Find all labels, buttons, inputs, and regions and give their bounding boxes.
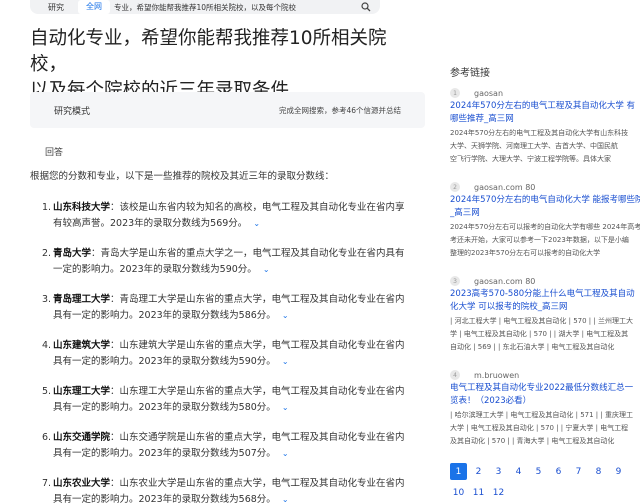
ref-snippet: 自动化 | 569 | | 东北石油大学 | 电气工程及其自动化 bbox=[450, 343, 615, 351]
ref-item[interactable]: 3 gaosan.com 80 2023高考570-580分能上什么电气工程及其自… bbox=[450, 276, 640, 353]
page-button[interactable]: 9 bbox=[610, 463, 627, 480]
school-name: 山东交通学院 bbox=[53, 432, 111, 443]
list-item: 4. 山东建筑大学：山东建筑大学是山东省的重点大学，电气工程及其自动化专业在省内… bbox=[42, 338, 432, 370]
refs-title: 参考链接 bbox=[450, 68, 490, 79]
search-icon[interactable] bbox=[352, 2, 380, 12]
ref-snippet: | 哈尔滨理工大学 | 电气工程及其自动化 | 571 | | 重庆理工 bbox=[450, 411, 633, 419]
ref-snippet: 及其自动化 | 570 | | 青海大学 | 电气工程及其自动化 bbox=[450, 437, 615, 445]
list-item: 2. 青岛大学：青岛大学是山东省的重点大学之一，电气工程及其自动化专业在省内具有… bbox=[42, 246, 432, 278]
chevron-down-icon[interactable]: ⌄ bbox=[282, 492, 289, 503]
ref-source[interactable]: gaosan.com 80 bbox=[474, 183, 535, 192]
ref-title[interactable]: _高三网 bbox=[450, 207, 640, 220]
chevron-down-icon[interactable]: ⌄ bbox=[282, 308, 289, 324]
page-button[interactable]: 3 bbox=[490, 463, 507, 480]
tab-web[interactable]: 全网 bbox=[78, 0, 110, 14]
ref-snippet: 整理的2023年570分左右可以报考的自动化大学 bbox=[450, 249, 601, 257]
school-name: 山东农业大学 bbox=[53, 478, 111, 489]
ref-source[interactable]: gaosan.com 80 bbox=[474, 277, 535, 286]
research-mode-panel[interactable]: 研究模式 完成全网搜索，参考46个信源并总结 bbox=[30, 92, 425, 128]
search-bar[interactable]: 研究 全网 专业，希望你能帮我推荐10所相关院校，以及每个院校 bbox=[30, 0, 380, 14]
list-item: 3. 青岛理工大学：青岛理工大学是山东省的重点大学，电气工程及其自动化专业在省内… bbox=[42, 292, 432, 324]
ref-title[interactable]: 2024年570分左右的电气自动化大学 能报考哪些院校 bbox=[450, 194, 640, 207]
question-line-1: 自动化专业，希望你能帮我推荐10所相关院校， bbox=[30, 28, 387, 75]
answer-label: 回答 bbox=[45, 148, 64, 158]
ref-title[interactable]: 2023高考570-580分能上什么电气工程及其自动 bbox=[450, 288, 640, 301]
ref-number: 4 bbox=[450, 370, 460, 380]
ref-source[interactable]: m.bruowen bbox=[474, 371, 519, 380]
ref-snippet: | 河北工程大学 | 电气工程及其自动化 | 570 | | 兰州理工大 bbox=[450, 317, 633, 325]
chevron-down-icon[interactable]: ⌄ bbox=[282, 446, 289, 462]
chevron-down-icon[interactable]: ⌄ bbox=[282, 354, 289, 370]
school-name: 山东科技大学 bbox=[53, 202, 111, 213]
list-item: 7. 山东农业大学：山东农业大学是山东省的重点大学，电气工程及其自动化专业在省内… bbox=[42, 476, 432, 503]
ref-snippet: 2024年570分左右的电气工程及其自动化大学有山东科技 bbox=[450, 129, 629, 137]
page-button[interactable]: 8 bbox=[590, 463, 607, 480]
answer-intro: 根据您的分数和专业，以下是一些推荐的院校及其近三年的录取分数线： bbox=[30, 171, 335, 182]
page-button[interactable]: 1 bbox=[450, 463, 467, 480]
ref-snippet: 大学 | 电气工程及其自动化 | 570 | | 宁夏大学 | 电气工程 bbox=[450, 424, 629, 432]
page-button[interactable]: 5 bbox=[530, 463, 547, 480]
page-button[interactable]: 7 bbox=[570, 463, 587, 480]
ref-item[interactable]: 4 m.bruowen 电气工程及其自动化专业2022最低分数线汇总一 览表！（2… bbox=[450, 370, 640, 447]
pagination: 1 2 3 4 5 6 7 8 9 10 11 12 bbox=[450, 463, 640, 503]
ref-title[interactable]: 2024年570分左右的电气工程及其自动化大学 有 bbox=[450, 100, 640, 113]
page-button[interactable]: 4 bbox=[510, 463, 527, 480]
ref-snippet: 空飞行学院、大理大学、宁波工程学院等。具体大家 bbox=[450, 155, 611, 163]
chevron-down-icon[interactable]: ⌄ bbox=[263, 262, 270, 278]
ref-snippet: 考还未开始，大家可以参考一下2023年数据，以下是小编 bbox=[450, 236, 629, 244]
page-button[interactable]: 10 bbox=[450, 484, 467, 501]
chevron-down-icon[interactable]: ⌄ bbox=[282, 400, 289, 416]
research-mode-label: 研究模式 bbox=[54, 106, 91, 117]
ref-number: 2 bbox=[450, 182, 460, 192]
list-item: 1. 山东科技大学：该校是山东省内较为知名的高校，电气工程及其自动化专业在省内享… bbox=[42, 200, 432, 232]
list-item: 6. 山东交通学院：山东交通学院是山东省的重点大学，电气工程及其自动化专业在省内… bbox=[42, 430, 432, 462]
ref-title[interactable]: 览表！（2023必看） bbox=[450, 395, 640, 408]
school-name: 青岛理工大学 bbox=[53, 294, 111, 305]
ref-title[interactable]: 电气工程及其自动化专业2022最低分数线汇总一 bbox=[450, 382, 640, 395]
ref-title[interactable]: 化大学 可以报考的院校_高三网 bbox=[450, 301, 640, 314]
page-button[interactable]: 2 bbox=[470, 463, 487, 480]
ref-title[interactable]: 哪些推荐_高三网 bbox=[450, 113, 640, 126]
school-list: 1. 山东科技大学：该校是山东省内较为知名的高校，电气工程及其自动化专业在省内享… bbox=[42, 200, 432, 503]
list-item: 5. 山东理工大学：山东理工大学是山东省的重点大学，电气工程及其自动化专业在省内… bbox=[42, 384, 432, 416]
research-mode-summary: 完成全网搜索，参考46个信源并总结 bbox=[278, 105, 401, 115]
chevron-down-icon[interactable]: ⌄ bbox=[253, 216, 260, 232]
ref-item[interactable]: 2 gaosan.com 80 2024年570分左右的电气自动化大学 能报考哪些… bbox=[450, 182, 640, 259]
school-name: 青岛大学 bbox=[53, 248, 92, 259]
ref-snippet: 2024年570分左右可以报考的自动化大学有哪些 2024年高考 bbox=[450, 223, 640, 231]
page-button[interactable]: 12 bbox=[490, 484, 507, 501]
ref-snippet: 学 | 电气工程及其自动化 | 570 | | 湖大学 | 电气工程及其 bbox=[450, 330, 629, 338]
page-button[interactable]: 6 bbox=[550, 463, 567, 480]
ref-source[interactable]: gaosan bbox=[474, 89, 503, 98]
search-query[interactable]: 专业，希望你能帮我推荐10所相关院校，以及每个院校 bbox=[114, 2, 352, 13]
school-name: 山东理工大学 bbox=[53, 386, 111, 397]
ref-snippet: 大学、天狮学院、河南理工大学、吉首大学、中国民航 bbox=[450, 142, 618, 150]
ref-number: 3 bbox=[450, 276, 460, 286]
page-button[interactable]: 11 bbox=[470, 484, 487, 501]
ref-number: 1 bbox=[450, 88, 460, 98]
tab-research[interactable]: 研究 bbox=[30, 2, 78, 13]
ref-item[interactable]: 1 gaosan 2024年570分左右的电气工程及其自动化大学 有 哪些推荐_高… bbox=[450, 88, 640, 165]
school-name: 山东建筑大学 bbox=[53, 340, 111, 351]
